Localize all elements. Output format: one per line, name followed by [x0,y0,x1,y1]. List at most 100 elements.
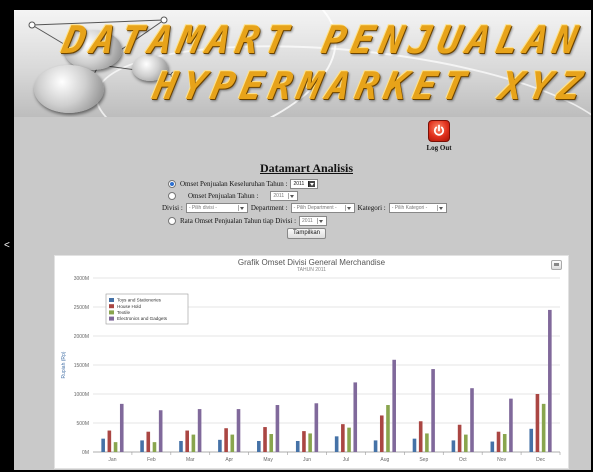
bar [496,431,501,452]
bar [470,388,474,452]
bar [236,409,241,452]
x-tick-label: Jan [108,457,116,463]
x-tick-label: Jun [303,457,311,463]
bar [263,427,267,452]
y-tick-label: 2500M [74,305,89,311]
bar [107,430,112,452]
option-total-yearly-label: Omset Penjualan Keseluruhan Tahun : [180,180,288,188]
x-tick-label: Nov [497,457,506,463]
bar [158,410,163,452]
department-select[interactable]: - Pilih Department - [290,203,355,213]
export-menu-icon[interactable] [551,260,562,270]
bar [302,431,306,452]
bar [101,438,105,452]
y-axis-label: Rupiah (Rp) [61,351,67,378]
database-disc-icon [34,65,104,113]
bar [457,424,462,452]
x-tick-label: Jul [343,457,349,463]
x-tick-label: Aug [380,457,389,463]
bar [191,434,196,452]
bar [431,369,435,452]
bar [185,430,189,452]
y-tick-label: 3000M [74,276,89,282]
bar [119,403,124,452]
radio-yearly[interactable] [168,192,176,200]
option-yearly: Omset Penjualan Tahun : 2011 [168,191,301,201]
y-tick-label: 2000M [74,334,89,340]
x-tick-label: Apr [225,457,233,463]
y-tick-label: 1500M [74,363,89,369]
legend-label: Textile [117,310,130,315]
bar [113,442,118,452]
bar [392,359,396,452]
department-select-value: - Pilih Department - [293,205,337,211]
year-select-value: 2011 [302,218,313,224]
form-title: Datamart Analisis [260,161,353,175]
power-icon[interactable] [428,120,450,142]
chart-title: Grafik Omset Divisi General Merchandise [237,258,386,267]
x-tick-label: Feb [147,457,156,463]
legend-label: Electronics and Gadgets [117,316,168,321]
bar [308,433,312,452]
bar [418,421,423,452]
bar [152,442,157,452]
bar [379,415,384,452]
year-select-value: 2011 [273,193,285,199]
year-select-average[interactable]: 2011 [299,216,328,226]
divisi-select[interactable]: - Pilih divisi - [185,203,248,213]
bar [464,434,468,452]
chevron-down-icon [308,181,316,187]
bar [334,436,339,452]
divisi-select-value: - Pilih divisi - [188,205,217,211]
bar [140,440,144,452]
bar [425,433,429,452]
bar [353,382,358,452]
y-tick-label: 500M [76,421,89,427]
legend-swatch [109,316,114,321]
kategori-select[interactable]: - Pilih Kategori - [388,203,447,213]
bar [257,440,261,452]
bar [224,428,228,452]
divisi-label: Divisi : [162,204,183,212]
bar [269,434,274,452]
collapse-arrow-icon[interactable]: < [4,240,10,251]
legend-label: Toys and Stationeries [117,298,162,303]
bar [179,440,183,452]
department-label: Department : [250,204,288,212]
legend-swatch [109,310,114,315]
chevron-down-icon [436,205,444,211]
tampilkan-button[interactable]: Tampilkan [287,228,327,239]
y-tick-label: 1000M [74,392,89,398]
chevron-down-icon [344,205,352,211]
bar [386,405,390,452]
bar [490,441,495,452]
bar [529,428,534,452]
chevron-down-icon [288,193,295,199]
bar [197,409,202,452]
bar [314,403,319,452]
logout-area[interactable]: Log Out [419,120,459,152]
main-content: < Log Out Datamart Analisis Omset Penjua… [4,117,591,470]
chart-panel: 0M 500M 1000M 1500M 2000M 2500M 3000M Rupiah (R… [54,255,569,469]
kategori-select-value: - Pilih Kategori - [391,205,428,211]
bar [230,434,235,452]
bar [535,394,540,452]
year-select-total[interactable]: 2011 [290,179,319,189]
radio-average-division[interactable] [168,217,176,225]
bar [502,434,507,452]
x-tick-label: Mar [186,457,195,463]
bar [451,440,456,452]
logout-label[interactable]: Log Out [419,144,459,152]
bar [412,438,417,452]
kategori-label: Kategori : [357,204,386,212]
banner-title-line2: HYPERMARKET XYZ [149,64,591,108]
year-select-yearly[interactable]: 2011 [270,191,299,201]
bar [275,405,280,452]
bar [548,309,552,452]
legend-label: House Hold [117,304,141,309]
option-yearly-label: Omset Penjualan Tahun : [188,192,259,200]
chart-subtitle: TAHUN 2011 [297,267,326,273]
radio-total-yearly[interactable] [168,180,176,188]
bar [341,424,345,452]
bar [295,440,300,452]
